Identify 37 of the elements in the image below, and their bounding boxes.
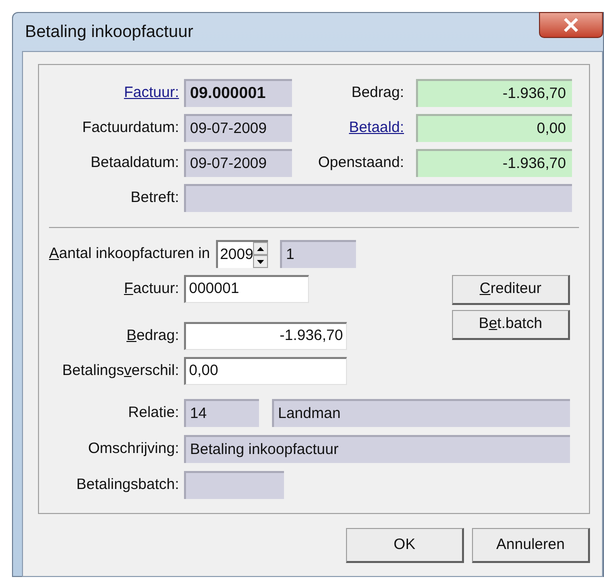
- dialog-button[interactable]: Annuleren: [472, 528, 590, 563]
- readonly-field: Betaling inkoopfactuur: [184, 435, 570, 463]
- field-label: Bedrag:: [125, 326, 180, 346]
- field-label: Bedrag:: [351, 82, 404, 103]
- amount-field: -1.936,70: [416, 149, 572, 177]
- readonly-field: 1: [280, 240, 356, 268]
- field-label: Betaaldatum:: [90, 152, 179, 173]
- field-label: Factuur:: [122, 278, 180, 299]
- field-label: Betalingsbatch:: [75, 474, 180, 495]
- close-icon: [563, 18, 579, 32]
- readonly-field: 09-07-2009: [184, 114, 292, 142]
- field-label: Omschrijving:: [87, 438, 180, 459]
- close-button[interactable]: [539, 12, 603, 38]
- field-label: Relatie:: [127, 402, 180, 423]
- side-button[interactable]: Crediteur: [452, 275, 570, 305]
- field-label: Openstaand:: [318, 152, 404, 173]
- down-arrow-icon[interactable]: [257, 260, 264, 264]
- readonly-field: 09-07-2009: [184, 149, 292, 177]
- readonly-field: 14: [184, 399, 259, 427]
- field-link[interactable]: Betaald:: [348, 116, 404, 140]
- side-button[interactable]: Bet.batch: [452, 310, 570, 340]
- input-field[interactable]: -1.936,70: [184, 322, 347, 350]
- field-label: Factuurdatum:: [82, 118, 179, 138]
- input-field[interactable]: 0,00: [184, 357, 347, 385]
- up-arrow-icon[interactable]: [257, 246, 264, 250]
- amount-field: -1.936,70: [416, 79, 572, 107]
- field-label: Betalingsverschil:: [61, 360, 180, 381]
- readonly-field: 09.000001: [184, 79, 292, 107]
- field-label: Betreft:: [130, 188, 180, 208]
- dialog-button[interactable]: OK: [346, 528, 464, 563]
- field-link[interactable]: Factuur:: [124, 82, 179, 104]
- input-field[interactable]: 000001: [184, 275, 309, 303]
- year-spinner[interactable]: 2009: [216, 240, 268, 268]
- amount-field: 0,00: [416, 114, 572, 142]
- field-label: Aantal inkoopfacturen in: [49, 244, 210, 264]
- window-title: Betaling inkoopfactuur: [25, 21, 194, 44]
- readonly-field: Landman: [272, 399, 570, 427]
